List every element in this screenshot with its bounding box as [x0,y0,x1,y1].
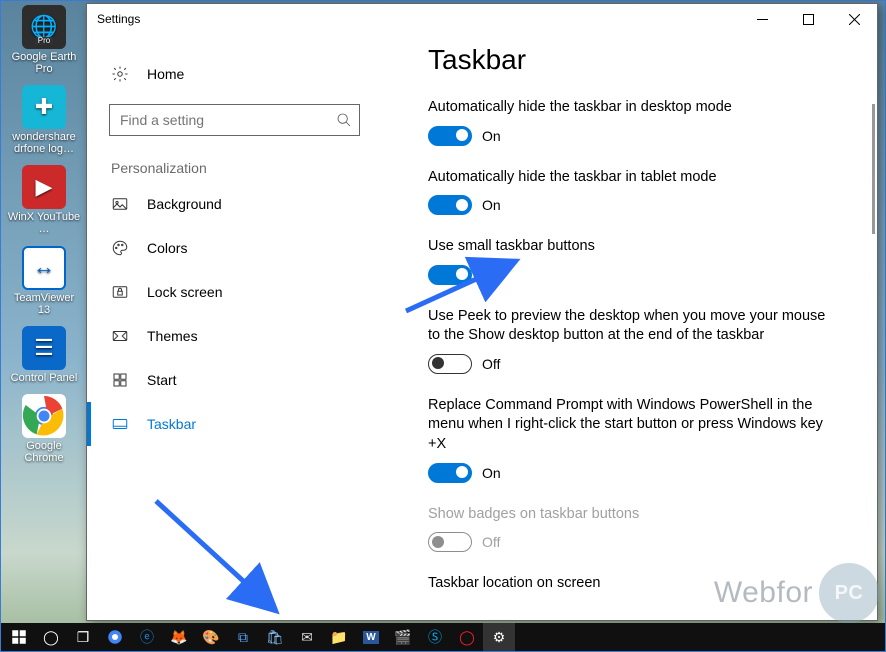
lock-screen-icon [111,283,129,301]
toggle-switch[interactable] [428,195,472,215]
setting-row: Replace Command Prompt with Windows Powe… [428,396,833,483]
nav-label: Themes [147,328,198,344]
taskbar-icon [111,415,129,433]
picture-icon [111,195,129,213]
plus-icon: ✚ [22,85,66,129]
nav-lock-screen[interactable]: Lock screen [87,270,382,314]
toggle-state-label: Off [482,534,500,550]
desktop-icons-column: 🌐Pro Google Earth Pro ✚ wondershare drfo… [7,5,81,464]
desktop-icon-label: Google Earth Pro [7,51,81,75]
search-input[interactable] [109,104,360,136]
desktop-icon-label: wondershare drfone log… [7,131,81,155]
toggle-switch[interactable] [428,265,472,285]
nav-home[interactable]: Home [87,52,382,96]
taskbar-app-store[interactable]: 🛍 [259,623,291,651]
toggle-switch[interactable] [428,126,472,146]
toggle-state-label: On [482,128,501,144]
toggle-switch[interactable] [428,354,472,374]
toggle-state-label: On [482,197,501,213]
desktop-icon-teamviewer[interactable]: ↔ TeamViewer 13 [7,246,81,316]
nav-label: Colors [147,240,187,256]
minimize-button[interactable] [739,4,785,34]
nav-background[interactable]: Background [87,182,382,226]
start-icon [111,371,129,389]
desktop-icon-wondershare-drfone[interactable]: ✚ wondershare drfone log… [7,85,81,155]
toggle-switch [428,532,472,552]
task-view-button[interactable]: ❐ [67,623,99,651]
start-button[interactable] [3,623,35,651]
toggle-state-label: On [482,267,501,283]
teamviewer-icon: ↔ [22,246,66,290]
nav-label: Taskbar [147,416,196,432]
titlebar: Settings [87,4,877,34]
gear-icon [111,65,129,83]
setting-row: Show badges on taskbar buttons Off [428,505,833,553]
watermark: Webfor PC [714,563,879,623]
nav-label: Background [147,196,222,212]
desktop-icon-label: TeamViewer 13 [7,292,81,316]
setting-label: Automatically hide the taskbar in tablet… [428,168,833,188]
toggle-state-label: On [482,465,501,481]
taskbar-app-word[interactable]: W [355,623,387,651]
maximize-button[interactable] [785,4,831,34]
nav-themes[interactable]: Themes [87,314,382,358]
taskbar-app-paint[interactable]: 🎨 [195,623,227,651]
setting-row: Automatically hide the taskbar in tablet… [428,168,833,216]
taskbar-app-video[interactable]: 🎬 [387,623,419,651]
taskbar-app-opera[interactable]: ◯ [451,623,483,651]
taskbar-app-chrome[interactable] [99,623,131,651]
toggle-switch[interactable] [428,463,472,483]
cortana-button[interactable]: ◯ [35,623,67,651]
taskbar-app-explorer[interactable]: 📁 [323,623,355,651]
palette-icon [111,239,129,257]
sidebar-section-label: Personalization [87,136,382,182]
taskbar: ◯ ❐ ⓔ 🦊 🎨 ⧉ 🛍 ✉ 📁 W 🎬 Ⓢ ◯ ⚙ [1,623,885,651]
nav-label: Lock screen [147,284,222,300]
setting-label: Replace Command Prompt with Windows Powe… [428,396,833,455]
control-panel-icon: ☰ [22,326,66,370]
chrome-icon [22,394,66,438]
taskbar-app-skype[interactable]: Ⓢ [419,623,451,651]
setting-row: Use small taskbar buttons On [428,237,833,285]
nav-home-label: Home [147,66,184,82]
watermark-badge: PC [819,563,879,623]
page-title: Taskbar [428,44,855,76]
nav-colors[interactable]: Colors [87,226,382,270]
scrollbar[interactable] [872,104,875,234]
nav-taskbar[interactable]: Taskbar [87,402,382,446]
content-pane: Taskbar Automatically hide the taskbar i… [382,34,877,620]
nav-start[interactable]: Start [87,358,382,402]
youtube-icon: ▶ [22,165,66,209]
taskbar-app-firefox[interactable]: 🦊 [163,623,195,651]
sidebar: Home Personalization Background Color [87,34,382,620]
toggle-state-label: Off [482,356,500,372]
desktop-icon-label: WinX YouTube … [7,211,81,235]
setting-label: Use small taskbar buttons [428,237,833,257]
setting-row: Automatically hide the taskbar in deskto… [428,98,833,146]
nav-label: Start [147,372,177,388]
globe-icon: 🌐Pro [22,5,66,49]
setting-label: Automatically hide the taskbar in deskto… [428,98,833,118]
desktop-icon-winx-youtube[interactable]: ▶ WinX YouTube … [7,165,81,235]
taskbar-app-settings[interactable]: ⚙ [483,623,515,651]
settings-window: Settings Home Person [86,3,878,621]
themes-icon [111,327,129,345]
setting-label: Show badges on taskbar buttons [428,505,833,525]
desktop-icon-google-earth-pro[interactable]: 🌐Pro Google Earth Pro [7,5,81,75]
desktop-icon-control-panel[interactable]: ☰ Control Panel [7,326,81,384]
window-title: Settings [97,12,140,26]
close-button[interactable] [831,4,877,34]
watermark-text: Webfor [714,576,813,610]
desktop-icon-label: Control Panel [11,372,78,384]
taskbar-app-edge[interactable]: ⓔ [131,623,163,651]
desktop-icon-label: Google Chrome [7,440,81,464]
desktop-icon-google-chrome[interactable]: Google Chrome [7,394,81,464]
taskbar-app-mail[interactable]: ✉ [291,623,323,651]
taskbar-app-connect[interactable]: ⧉ [227,623,259,651]
setting-row: Use Peek to preview the desktop when you… [428,307,833,374]
setting-label: Use Peek to preview the desktop when you… [428,307,833,346]
